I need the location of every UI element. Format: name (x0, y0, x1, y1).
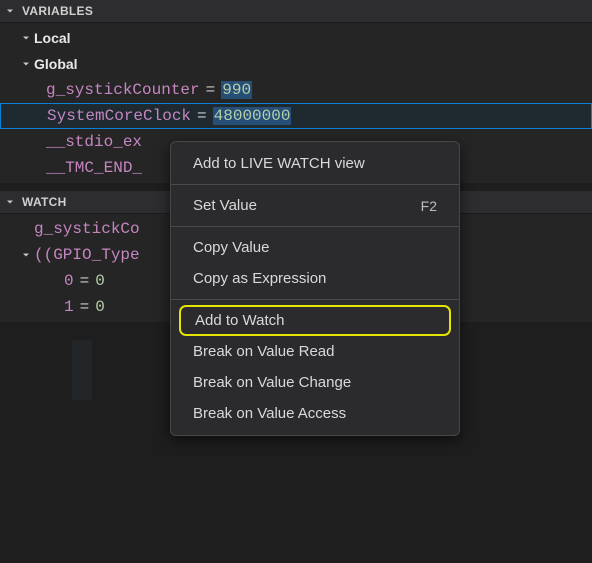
menu-label: Copy as Expression (193, 270, 326, 287)
variable-row-selected[interactable]: SystemCoreClock = 48000000 (0, 103, 592, 129)
watch-name: g_systickCo (34, 220, 140, 238)
menu-label: Break on Value Access (193, 405, 346, 422)
menu-label: Add to Watch (195, 312, 285, 329)
menu-break-change[interactable]: Break on Value Change (171, 367, 459, 398)
chevron-down-icon (2, 3, 18, 19)
watch-value: 0 (95, 272, 105, 290)
equals: = (80, 298, 90, 316)
watch-index: 0 (64, 272, 74, 290)
menu-label: Break on Value Read (193, 343, 334, 360)
chevron-down-icon (18, 247, 34, 263)
watch-name: ((GPIO_Type (34, 246, 140, 264)
chevron-down-icon (2, 194, 18, 210)
variable-value: 990 (221, 81, 252, 99)
menu-separator (171, 226, 459, 227)
menu-label: Copy Value (193, 239, 269, 256)
watch-title: WATCH (22, 195, 67, 209)
chevron-down-icon (18, 56, 34, 72)
variable-name: __TMC_END_ (46, 159, 142, 177)
variables-header[interactable]: VARIABLES (0, 0, 592, 23)
variable-value: 48000000 (213, 107, 292, 125)
menu-label: Add to LIVE WATCH view (193, 155, 365, 172)
menu-separator (171, 299, 459, 300)
menu-break-access[interactable]: Break on Value Access (171, 398, 459, 429)
variable-name: g_systickCounter (46, 81, 200, 99)
variables-title: VARIABLES (22, 4, 93, 18)
equals: = (206, 81, 216, 99)
menu-copy-expression[interactable]: Copy as Expression (171, 263, 459, 294)
watch-value: 0 (95, 298, 105, 316)
scope-label: Local (34, 30, 71, 46)
variable-row[interactable]: g_systickCounter = 990 (0, 77, 592, 103)
menu-label: Break on Value Change (193, 374, 351, 391)
scope-label: Global (34, 56, 78, 72)
menu-add-live-watch[interactable]: Add to LIVE WATCH view (171, 148, 459, 179)
chevron-down-icon (18, 30, 34, 46)
equals: = (197, 107, 207, 125)
variable-name: __stdio_ex (46, 133, 142, 151)
variable-name: SystemCoreClock (47, 107, 191, 125)
scope-local[interactable]: Local (0, 25, 592, 51)
menu-label: Set Value (193, 197, 257, 214)
decoration (72, 340, 92, 400)
menu-copy-value[interactable]: Copy Value (171, 232, 459, 263)
scope-global[interactable]: Global (0, 51, 592, 77)
menu-set-value[interactable]: Set Value F2 (171, 190, 459, 221)
menu-break-read[interactable]: Break on Value Read (171, 336, 459, 367)
menu-separator (171, 184, 459, 185)
context-menu: Add to LIVE WATCH view Set Value F2 Copy… (170, 141, 460, 436)
watch-index: 1 (64, 298, 74, 316)
menu-add-to-watch[interactable]: Add to Watch (179, 305, 451, 336)
menu-shortcut: F2 (421, 198, 437, 214)
equals: = (80, 272, 90, 290)
